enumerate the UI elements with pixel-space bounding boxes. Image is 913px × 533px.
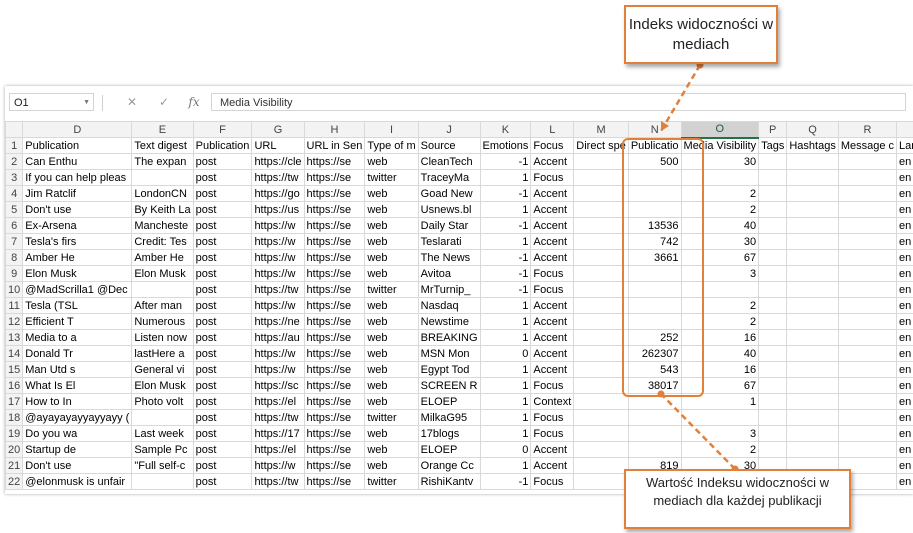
top-callout-arrow-line: [659, 64, 702, 132]
callout-bottom-text: Wartość Indeksu widoczności w mediach dl…: [645, 475, 830, 508]
top-arrow-head: [661, 121, 669, 131]
bottom-arrow-end-dot: [657, 390, 665, 398]
callout-media-visibility-index: Indeks widoczności w mediach: [624, 5, 778, 64]
callout-arrows: [657, 61, 739, 473]
callout-top-text: Indeks widoczności w mediach: [628, 16, 774, 53]
bottom-callout-arrow-line: [660, 393, 736, 470]
callout-media-visibility-value: Wartość Indeksu widoczności w mediach dl…: [624, 469, 851, 529]
